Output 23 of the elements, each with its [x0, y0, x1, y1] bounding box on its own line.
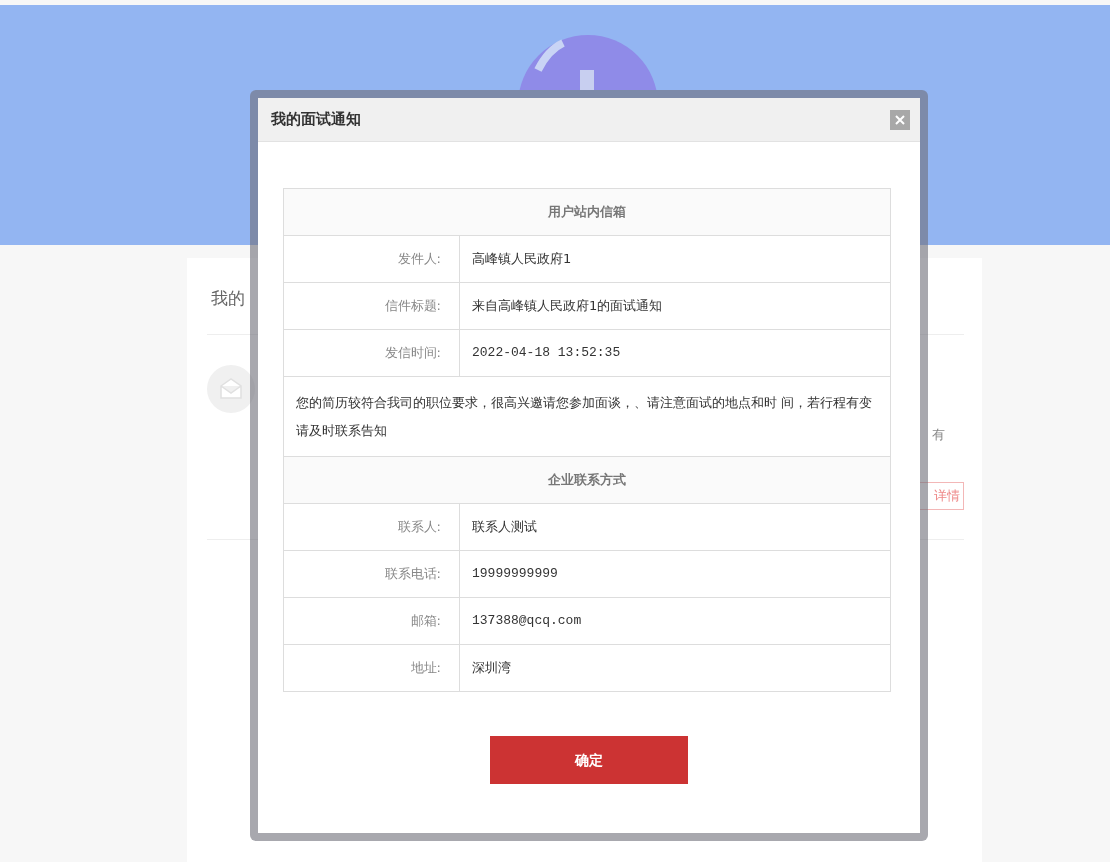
dialog-title: 我的面试通知: [271, 109, 361, 131]
field-value: 19999999999: [459, 550, 891, 598]
close-icon: [895, 114, 905, 125]
field-label: 信件标题:: [283, 282, 460, 330]
field-label: 联系电话:: [283, 550, 460, 598]
field-label: 邮箱:: [283, 597, 460, 645]
section-heading: 企业联系方式: [283, 456, 891, 504]
message-text: 您的简历较符合我司的职位要求，很高兴邀请您参加面谈，、请注意面试的地点和时 间，若行程有变请及时联系告知: [283, 376, 891, 457]
message-snippet: 有: [932, 425, 945, 444]
field-label: 发信时间:: [283, 329, 460, 377]
field-value: 深圳湾: [459, 644, 891, 692]
field-value: 联系人测试: [459, 503, 891, 551]
section-title: 我的: [210, 287, 245, 310]
field-label: 地址:: [283, 644, 460, 692]
field-value: 137388@qcq.com: [459, 597, 891, 645]
field-label: 联系人:: [283, 503, 460, 551]
confirm-button[interactable]: 确定: [490, 736, 688, 784]
field-value: 高峰镇人民政府1: [459, 235, 891, 283]
close-button[interactable]: [890, 109, 910, 130]
field-value: 来自高峰镇人民政府1的面试通知: [459, 282, 891, 330]
field-label: 发件人:: [283, 235, 460, 283]
section-heading: 用户站内信箱: [283, 188, 891, 236]
field-value: 2022-04-18 13:52:35: [459, 329, 891, 377]
